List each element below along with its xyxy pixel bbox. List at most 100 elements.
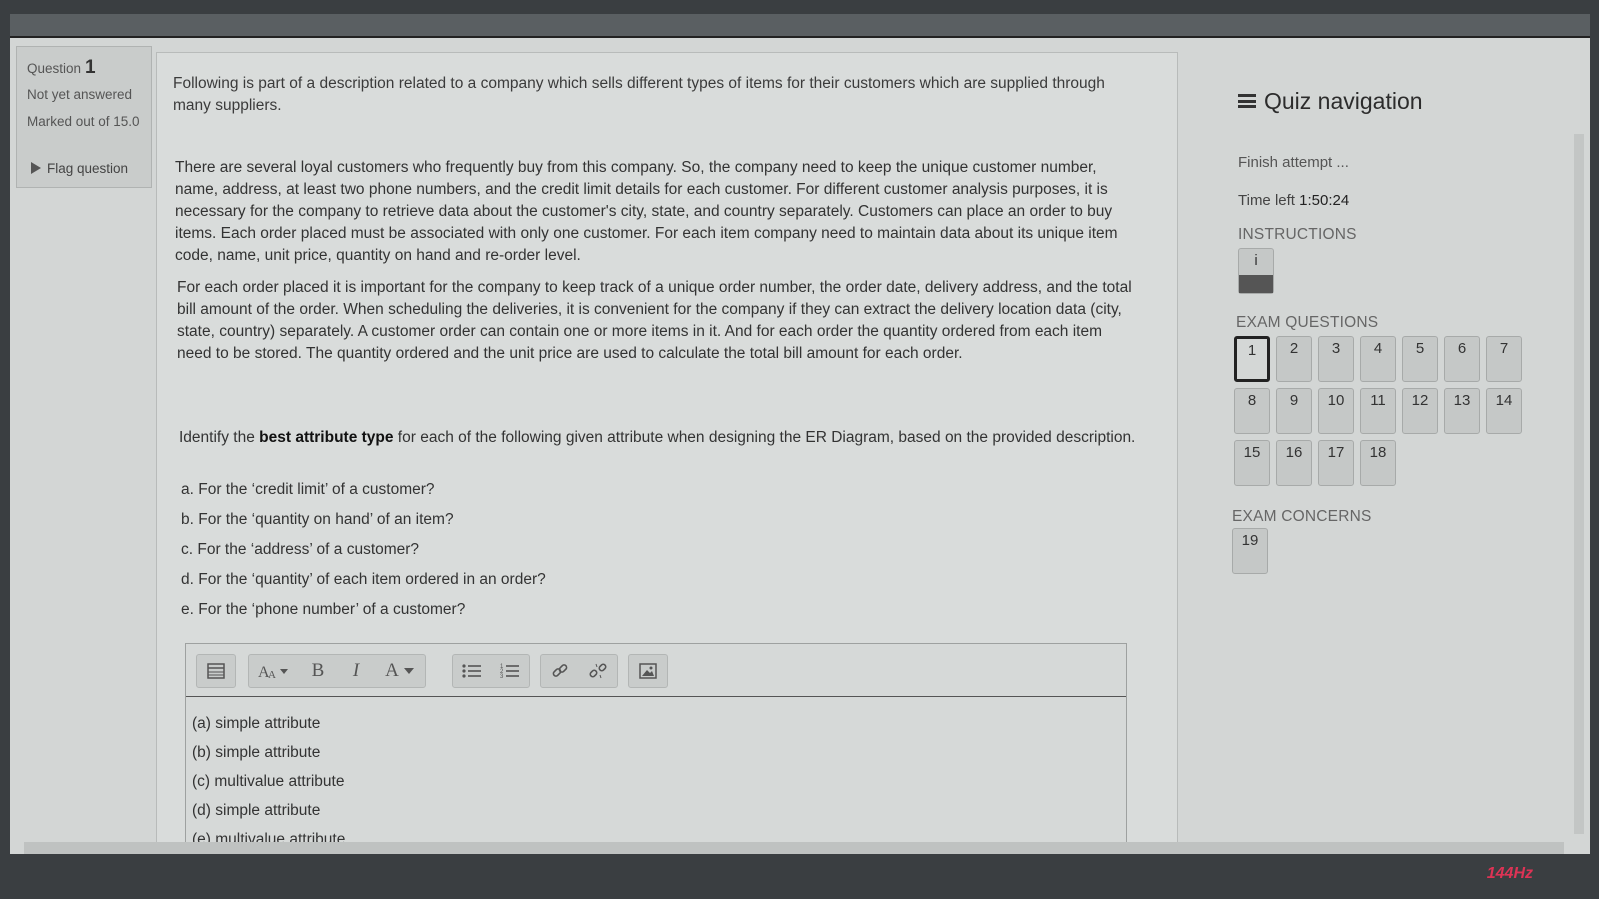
link-icon (552, 664, 568, 677)
answer-editor: AA B I A 123 (a) simple attribute (b) si… (185, 643, 1127, 854)
bullet-list-button[interactable] (453, 655, 491, 687)
question-nav-button[interactable]: 4 (1360, 336, 1396, 382)
font-color-icon: A (385, 660, 399, 681)
screen: Question 1 Not yet answered Marked out of… (10, 14, 1590, 854)
question-nav-button[interactable]: 14 (1486, 388, 1522, 434)
description-paragraph-1: There are several loyal customers who fr… (175, 159, 1118, 264)
quiz-navigation-panel: Quiz navigation Finish attempt ... Time … (1220, 54, 1550, 854)
question-nav-label: 4 (1373, 340, 1383, 357)
question-nav-button[interactable]: 3 (1318, 336, 1354, 382)
question-nav-label: 1 (1247, 342, 1257, 359)
question-nav-button[interactable]: 5 (1402, 336, 1438, 382)
sub-questions-list: a. For the ‘credit limit’ of a customer?… (181, 481, 546, 631)
sub-question: d. For the ‘quantity’ of each item order… (181, 571, 546, 588)
svg-text:3: 3 (500, 674, 504, 680)
question-nav-button[interactable]: 17 (1318, 440, 1354, 486)
toolbar-group-5 (628, 654, 668, 688)
question-nav-button[interactable]: 9 (1276, 388, 1312, 434)
question-nav-label: 14 (1495, 392, 1513, 409)
toolbar-group-3: 123 (452, 654, 530, 688)
question-number: Question 1 (27, 57, 96, 79)
image-button[interactable] (629, 655, 667, 687)
question-nav-button[interactable]: 8 (1234, 388, 1270, 434)
hamburger-icon[interactable] (1238, 94, 1256, 108)
concern-nav-button[interactable]: 19 (1232, 528, 1268, 574)
toolbar-group-1 (196, 654, 236, 688)
question-nav-button[interactable]: 2 (1276, 336, 1312, 382)
question-nav-label: 13 (1453, 392, 1471, 409)
question-nav-label: 12 (1411, 392, 1429, 409)
question-nav-button[interactable]: 1 (1234, 336, 1270, 382)
question-nav-button[interactable]: 6 (1444, 336, 1480, 382)
source-button[interactable] (197, 655, 235, 687)
question-marks: Marked out of 15.0 (27, 114, 140, 129)
question-nav-button[interactable]: 15 (1234, 440, 1270, 486)
quiz-navigation-label: Quiz navigation (1264, 88, 1423, 114)
question-nav-label: 7 (1499, 340, 1509, 357)
question-nav-button[interactable]: 7 (1486, 336, 1522, 382)
question-nav-button[interactable]: 11 (1360, 388, 1396, 434)
question-nav-label: 18 (1369, 444, 1387, 461)
sub-question: a. For the ‘credit limit’ of a customer? (181, 481, 435, 498)
question-info: Question 1 Not yet answered Marked out of… (16, 46, 152, 188)
exam-questions-heading: EXAM QUESTIONS (1236, 314, 1379, 331)
flag-question-label: Flag question (47, 161, 129, 176)
bold-icon: B (311, 660, 325, 681)
question-nav-button[interactable]: 13 (1444, 388, 1480, 434)
question-nav-label: 16 (1285, 444, 1303, 461)
sub-question: b. For the ‘quantity on hand’ of an item… (181, 511, 454, 528)
answer-line: (a) simple attribute (192, 715, 321, 732)
font-size-button[interactable]: AA (249, 655, 299, 687)
instructions-button-label: i (1254, 252, 1258, 269)
question-label: Question (27, 61, 82, 76)
question-nav-button[interactable]: 16 (1276, 440, 1312, 486)
question-nav-label: 10 (1327, 392, 1345, 409)
link-button[interactable] (541, 655, 579, 687)
instructions-heading: INSTRUCTIONS (1238, 226, 1357, 243)
question-nav-label: 5 (1415, 340, 1425, 357)
question-nav-label: 6 (1457, 340, 1467, 357)
bullet-list-icon (462, 664, 481, 678)
finish-attempt-link[interactable]: Finish attempt ... (1238, 154, 1349, 171)
instructions-button[interactable]: i (1238, 248, 1274, 294)
time-left-value: 1:50:24 (1299, 192, 1350, 209)
time-left: Time left 1:50:24 (1238, 192, 1349, 209)
unlink-icon (589, 663, 607, 679)
horizontal-scrollbar[interactable] (24, 842, 1564, 854)
chevron-down-icon (403, 668, 414, 674)
question-nav-button[interactable]: 18 (1360, 440, 1396, 486)
question-nav-label: 8 (1247, 392, 1257, 409)
font-color-button[interactable]: A (375, 655, 425, 687)
flag-question-link[interactable]: Flag question (31, 161, 128, 176)
identify-bold: best attribute type (259, 429, 394, 446)
instructions-button-fill (1239, 275, 1273, 293)
toolbar-group-2: AA B I A (248, 654, 426, 688)
question-nav-button[interactable]: 10 (1318, 388, 1354, 434)
intro-text: Following is part of a description relat… (173, 75, 1105, 114)
question-num-value: 1 (85, 57, 96, 78)
answer-line: (d) simple attribute (192, 802, 321, 819)
question-nav-label: 9 (1289, 392, 1299, 409)
description-paragraph-2: For each order placed it is important fo… (177, 279, 1132, 362)
bold-button[interactable]: B (299, 655, 337, 687)
question-nav-label: 11 (1370, 392, 1386, 409)
answer-line: (b) simple attribute (192, 744, 321, 761)
italic-button[interactable]: I (337, 655, 375, 687)
identify-pre: Identify the (179, 429, 260, 446)
editor-toolbar: AA B I A 123 (186, 644, 1126, 697)
numbered-list-icon: 123 (500, 664, 519, 680)
italic-icon: I (352, 660, 360, 681)
toolbar-group-4 (540, 654, 618, 688)
question-nav-label: 17 (1327, 444, 1345, 461)
answer-text-area[interactable]: (a) simple attribute (b) simple attribut… (186, 697, 1126, 854)
question-nav-label: 15 (1243, 444, 1261, 461)
question-nav-button[interactable]: 12 (1402, 388, 1438, 434)
unlink-button[interactable] (579, 655, 617, 687)
sub-question: e. For the ‘phone number’ of a customer? (181, 601, 466, 618)
vertical-scrollbar[interactable] (1574, 134, 1584, 834)
time-left-label: Time left (1238, 192, 1300, 209)
answer-line: (c) multivalue attribute (192, 773, 345, 790)
identify-post: for each of the following given attribut… (393, 429, 1136, 446)
numbered-list-button[interactable]: 123 (491, 655, 529, 687)
source-icon (207, 663, 225, 679)
